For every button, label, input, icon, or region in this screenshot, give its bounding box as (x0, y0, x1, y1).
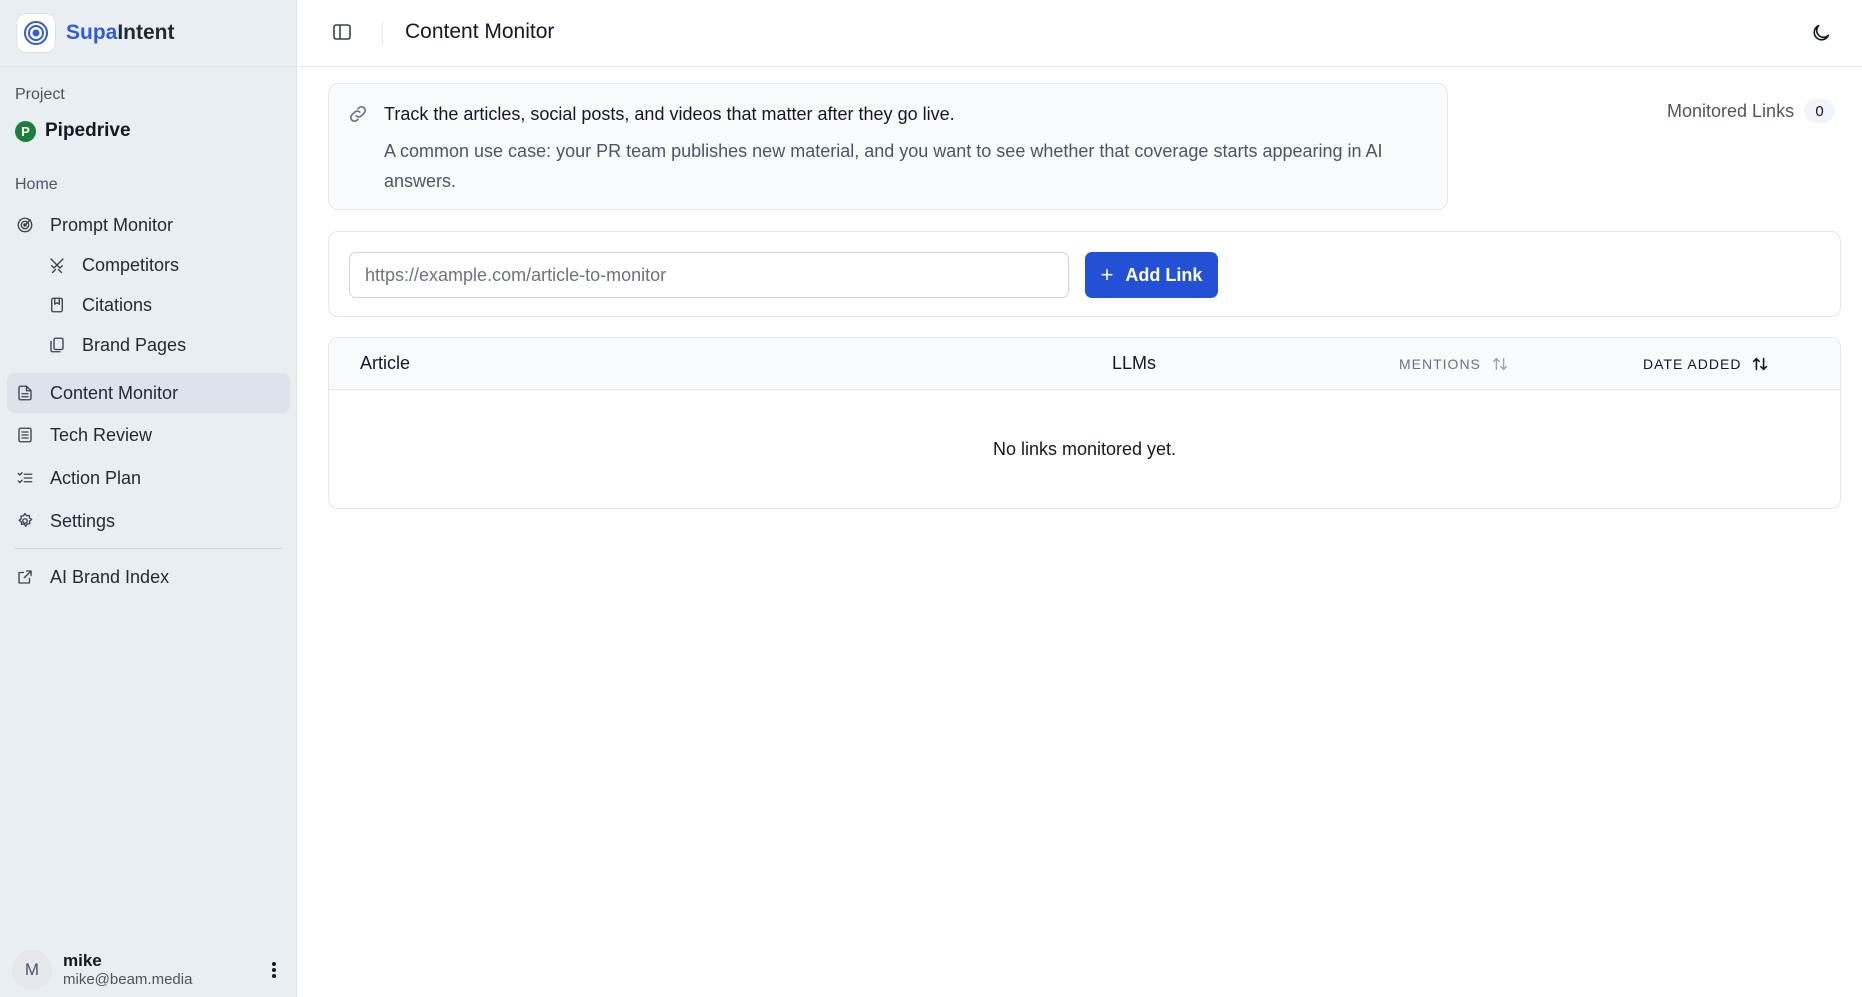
links-table: Article LLMs MENTIONS DATE ADDED No link… (328, 337, 1841, 509)
column-header-llms: LLMs (1112, 353, 1157, 373)
project-name: Pipedrive (45, 120, 131, 141)
column-header-article: Article (360, 353, 411, 373)
avatar: M (12, 950, 52, 990)
radar-icon (14, 214, 36, 236)
brand-name: SupaIntent (66, 21, 175, 44)
sort-icon[interactable] (1491, 355, 1509, 373)
column-header-date-added[interactable]: DATE ADDED (1643, 355, 1769, 373)
table-header: Article LLMs MENTIONS DATE ADDED (329, 338, 1840, 390)
gear-icon (14, 510, 36, 532)
sidebar-item-content-monitor[interactable]: Content Monitor (7, 373, 290, 413)
sidebar-item-settings[interactable]: Settings (7, 501, 290, 541)
project-section-label: Project (15, 86, 65, 103)
url-input[interactable] (349, 252, 1069, 298)
bookmark-icon (46, 294, 68, 316)
document-icon (14, 382, 36, 404)
sidebar-item-label: Action Plan (50, 467, 142, 488)
sidebar-item-label: Competitors (82, 254, 180, 275)
user-profile[interactable]: M mike mike@beam.media (12, 950, 292, 990)
monitored-links-counter: Monitored Links 0 (1667, 99, 1836, 123)
sidebar-item-label: Citations (82, 294, 153, 315)
link-icon (347, 103, 369, 125)
nav-divider (15, 548, 282, 549)
user-email: mike@beam.media (63, 971, 193, 988)
sidebar: SupaIntent Project P Pipedrive Home Prom… (0, 0, 297, 997)
swords-icon (46, 254, 68, 276)
external-link-icon (14, 566, 36, 588)
header-divider (382, 22, 383, 44)
sidebar-item-label: Settings (50, 510, 116, 531)
sidebar-toggle-icon[interactable] (332, 22, 352, 42)
add-link-form: + Add Link (328, 231, 1841, 317)
brand-logo-icon (16, 13, 56, 53)
home-section-label: Home (15, 176, 58, 193)
sidebar-item-label: Prompt Monitor (50, 214, 174, 235)
empty-state-message: No links monitored yet. (992, 439, 1177, 459)
sidebar-item-label: Content Monitor (50, 382, 179, 403)
sidebar-item-prompt-monitor[interactable]: Prompt Monitor (7, 205, 290, 245)
info-card: Track the articles, social posts, and vi… (328, 83, 1448, 210)
list-document-icon (14, 424, 36, 446)
sidebar-item-tech-review[interactable]: Tech Review (7, 415, 290, 455)
moon-icon[interactable] (1810, 22, 1832, 44)
sort-icon[interactable] (1751, 355, 1769, 373)
user-name: mike (63, 951, 102, 970)
sidebar-item-label: Tech Review (50, 424, 153, 445)
page-title: Content Monitor (405, 20, 555, 43)
info-body: A common use case: your PR team publishe… (384, 141, 1383, 191)
project-selector[interactable]: P Pipedrive (15, 120, 131, 142)
sidebar-item-brand-pages[interactable]: Brand Pages (40, 325, 290, 365)
top-header: Content Monitor (298, 0, 1862, 67)
pages-icon (46, 334, 68, 356)
monitored-links-label: Monitored Links (1667, 100, 1795, 121)
sidebar-item-label: Brand Pages (82, 334, 187, 355)
checklist-icon (14, 467, 36, 489)
column-header-mentions[interactable]: MENTIONS (1399, 355, 1509, 373)
plus-icon: + (1100, 262, 1114, 287)
add-link-button[interactable]: + Add Link (1085, 252, 1218, 298)
sidebar-item-competitors[interactable]: Competitors (40, 245, 290, 285)
brand[interactable]: SupaIntent (0, 0, 296, 67)
info-title: Track the articles, social posts, and vi… (384, 104, 955, 124)
more-vertical-icon[interactable] (270, 960, 278, 980)
project-badge: P (15, 120, 36, 142)
monitored-links-count: 0 (1804, 99, 1836, 123)
sidebar-item-label: AI Brand Index (50, 566, 170, 587)
sidebar-item-action-plan[interactable]: Action Plan (7, 458, 290, 498)
add-link-label: Add Link (1125, 264, 1203, 285)
sidebar-item-citations[interactable]: Citations (40, 285, 290, 325)
sidebar-item-ai-brand-index[interactable]: AI Brand Index (7, 557, 290, 597)
